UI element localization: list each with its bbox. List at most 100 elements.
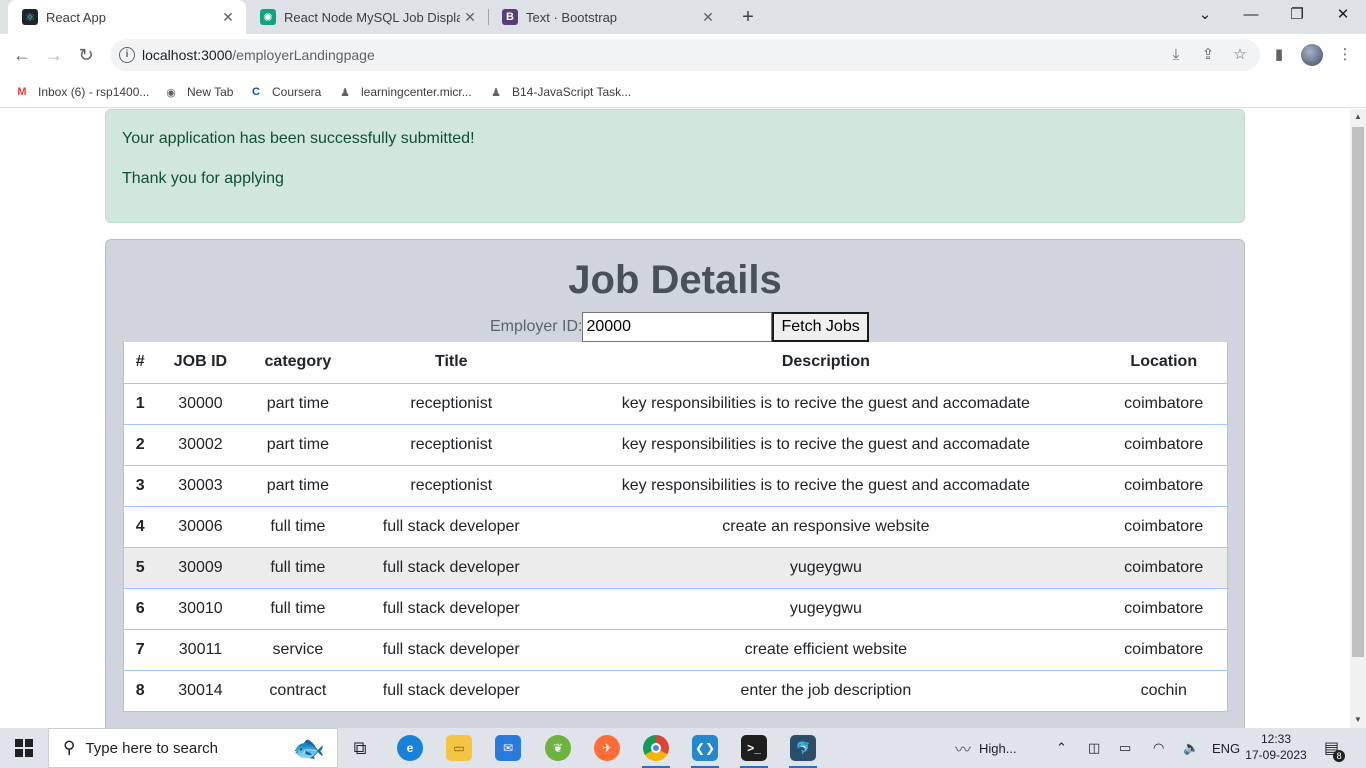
- react-icon: ⚛: [22, 9, 38, 25]
- menu-kebab-icon[interactable]: ⋮: [1336, 46, 1354, 64]
- title-cell: receptionist: [351, 465, 552, 507]
- weather-widget[interactable]: 〰 High...: [955, 728, 1017, 768]
- wifi-icon[interactable]: ◠: [1153, 728, 1164, 768]
- job-id-cell: 30003: [156, 465, 245, 507]
- start-button[interactable]: [0, 728, 48, 768]
- row-number: 4: [123, 506, 157, 548]
- scroll-down-icon[interactable]: ▼: [1350, 712, 1366, 728]
- fetch-jobs-button[interactable]: Fetch Jobs: [772, 312, 869, 342]
- spring-icon: ❦: [545, 735, 571, 761]
- taskbar-app-chrome[interactable]: [636, 728, 676, 768]
- reload-icon[interactable]: ↻: [73, 42, 99, 68]
- minimize-button[interactable]: —: [1228, 0, 1274, 34]
- location-cell: coimbatore: [1100, 465, 1228, 507]
- table-header-row: # JOB ID category Title Description Loca…: [123, 342, 1228, 384]
- language-indicator[interactable]: ENG: [1212, 728, 1240, 768]
- taskbar-app-spring[interactable]: ❦: [540, 728, 576, 768]
- tray-overflow-icon[interactable]: ⌃: [1056, 728, 1067, 768]
- bookmark-star-icon[interactable]: ☆: [1231, 46, 1249, 64]
- task-view-button[interactable]: ⧉: [342, 728, 378, 768]
- globe-icon: ◉: [166, 86, 176, 99]
- column-header: Title: [351, 342, 552, 384]
- close-icon[interactable]: ✕: [218, 9, 238, 26]
- scroll-up-icon[interactable]: ▲: [1350, 109, 1366, 125]
- search-icon: ⚲: [63, 738, 76, 757]
- row-number: 7: [123, 629, 157, 671]
- location-cell: coimbatore: [1100, 424, 1228, 466]
- category-cell: part time: [244, 465, 352, 507]
- back-icon[interactable]: ←: [9, 42, 35, 68]
- site-info-icon[interactable]: i: [119, 47, 135, 63]
- edge-icon: e: [397, 735, 423, 761]
- row-number: 5: [123, 547, 157, 589]
- bookmark-b14[interactable]: ♟ B14-JavaScript Task...: [488, 82, 631, 102]
- folder-icon: ▭: [446, 735, 472, 761]
- new-tab-button[interactable]: +: [736, 5, 760, 29]
- taskbar-app-mysql[interactable]: 🐬: [783, 728, 823, 768]
- address-bar[interactable]: i localhost:3000/employerLandingpage: [110, 39, 1260, 71]
- tab-react-app[interactable]: ⚛ React App ✕: [8, 0, 246, 34]
- vscode-icon: ❮❯: [692, 735, 718, 761]
- description-cell: enter the job description: [551, 670, 1101, 712]
- title-cell: receptionist: [351, 383, 552, 425]
- meet-now-icon[interactable]: ◫: [1088, 728, 1100, 768]
- row-number: 3: [123, 465, 157, 507]
- bookmark-label: Inbox (6) - rsp1400...: [38, 85, 150, 99]
- clock-time: 12:33: [1260, 732, 1292, 746]
- taskbar-app-vscode[interactable]: ❮❯: [685, 728, 725, 768]
- page-title: Job Details: [568, 258, 782, 302]
- employer-id-input[interactable]: [582, 312, 773, 342]
- description-cell: yugeygwu: [551, 588, 1101, 630]
- close-icon[interactable]: ✕: [460, 9, 480, 26]
- url-host: localhost:3000: [142, 47, 233, 63]
- title-cell: full stack developer: [351, 547, 552, 589]
- notification-center-button[interactable]: ▤ 8: [1324, 728, 1346, 768]
- tab-bootstrap[interactable]: B Text · Bootstrap ✕: [488, 0, 726, 34]
- taskbar-app-postman[interactable]: ✈: [589, 728, 625, 768]
- taskbar-app-mail[interactable]: ✉: [490, 728, 526, 768]
- share-icon[interactable]: ⇪: [1199, 46, 1217, 64]
- row-number: 2: [123, 424, 157, 466]
- bookmark-gmail[interactable]: M Inbox (6) - rsp1400...: [14, 82, 149, 102]
- taskbar-search[interactable]: ⚲ Type here to search 🐟: [48, 728, 338, 768]
- scrollbar-thumb[interactable]: [1352, 127, 1364, 657]
- table-row: 8 30014 contract full stack developer en…: [123, 670, 1228, 712]
- battery-icon[interactable]: ▭: [1119, 728, 1131, 768]
- bookmark-label: B14-JavaScript Task...: [512, 85, 632, 99]
- table-row: 2 30002 part time receptionist key respo…: [123, 424, 1228, 466]
- job-id-cell: 30011: [156, 629, 245, 671]
- close-icon[interactable]: ✕: [698, 9, 718, 26]
- job-details-card: Job Details Employer ID: Fetch Jobs # JO…: [105, 239, 1245, 728]
- category-cell: contract: [244, 670, 352, 712]
- bookmark-learningcenter[interactable]: ♟ learningcenter.micr...: [337, 82, 472, 102]
- close-window-button[interactable]: ✕: [1320, 0, 1366, 34]
- location-cell: coimbatore: [1100, 547, 1228, 589]
- category-cell: full time: [244, 588, 352, 630]
- avatar[interactable]: [1301, 44, 1323, 66]
- tab-search-icon[interactable]: ⌄: [1182, 0, 1228, 34]
- forward-icon[interactable]: →: [41, 42, 67, 68]
- bookmark-new-tab[interactable]: ◉ New Tab: [163, 82, 233, 102]
- volume-icon[interactable]: 🔈: [1183, 728, 1199, 768]
- page-scrollbar[interactable]: ▲ ▼: [1350, 109, 1366, 728]
- tab-job-display[interactable]: ✺ React Node MySQL Job Display ✕: [246, 0, 488, 34]
- description-cell: key responsibilities is to recive the gu…: [551, 383, 1101, 425]
- taskbar-app-terminal[interactable]: >_: [734, 728, 774, 768]
- openai-icon: ✺: [260, 9, 276, 25]
- category-cell: part time: [244, 383, 352, 425]
- description-cell: key responsibilities is to recive the gu…: [551, 424, 1101, 466]
- restore-button[interactable]: ❐: [1274, 0, 1320, 34]
- title-cell: receptionist: [351, 424, 552, 466]
- column-header: Location: [1100, 342, 1228, 384]
- windows-icon: [15, 739, 33, 757]
- alert-message: Your application has been successfully s…: [122, 130, 475, 147]
- taskbar-app-edge[interactable]: e: [392, 728, 428, 768]
- employer-id-label: Employer ID:: [490, 318, 583, 335]
- job-id-cell: 30006: [156, 506, 245, 548]
- bookmark-coursera[interactable]: C Coursera: [248, 82, 321, 102]
- mysql-workbench-icon: 🐬: [790, 735, 816, 761]
- install-icon[interactable]: ⤓: [1167, 46, 1185, 64]
- side-panel-icon[interactable]: ▮: [1270, 46, 1288, 64]
- taskbar-app-explorer[interactable]: ▭: [441, 728, 477, 768]
- taskbar-clock[interactable]: 12:33 17-09-2023: [1245, 731, 1307, 763]
